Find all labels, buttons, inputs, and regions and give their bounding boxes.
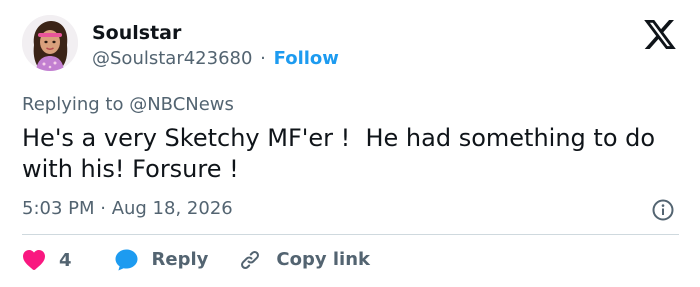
copy-link-label: Copy link (276, 249, 370, 270)
timestamp[interactable]: 5:03 PM · Aug 18, 2026 (22, 198, 233, 220)
like-count: 4 (59, 249, 72, 271)
replying-to-prefix: Replying to (22, 94, 130, 115)
avatar-image (22, 15, 78, 71)
separator-dot: · (260, 48, 266, 69)
reply-button[interactable]: Reply (114, 248, 239, 272)
handle-row: @Soulstar423680 · Follow (92, 48, 339, 70)
info-icon[interactable] (651, 198, 675, 222)
x-logo-icon[interactable] (644, 20, 676, 49)
copy-link-button[interactable]: Copy link (238, 248, 370, 272)
display-name[interactable]: Soulstar (92, 22, 181, 44)
replying-to-line: Replying to @NBCNews (22, 94, 234, 116)
divider (22, 234, 679, 235)
mention-link[interactable]: @NBCNews (129, 94, 234, 115)
follow-button[interactable]: Follow (274, 48, 339, 69)
reply-label: Reply (151, 249, 209, 270)
handle[interactable]: @Soulstar423680 (92, 48, 252, 69)
like-button[interactable]: 4 (22, 249, 114, 271)
speech-bubble-icon (115, 249, 138, 271)
action-bar: 4 Reply Copy link (22, 247, 370, 273)
tweet-text: He's a very Sketchy MF'er ! He had somet… (22, 124, 663, 183)
heart-icon (23, 250, 45, 270)
link-icon (241, 251, 260, 269)
avatar[interactable] (22, 15, 78, 71)
